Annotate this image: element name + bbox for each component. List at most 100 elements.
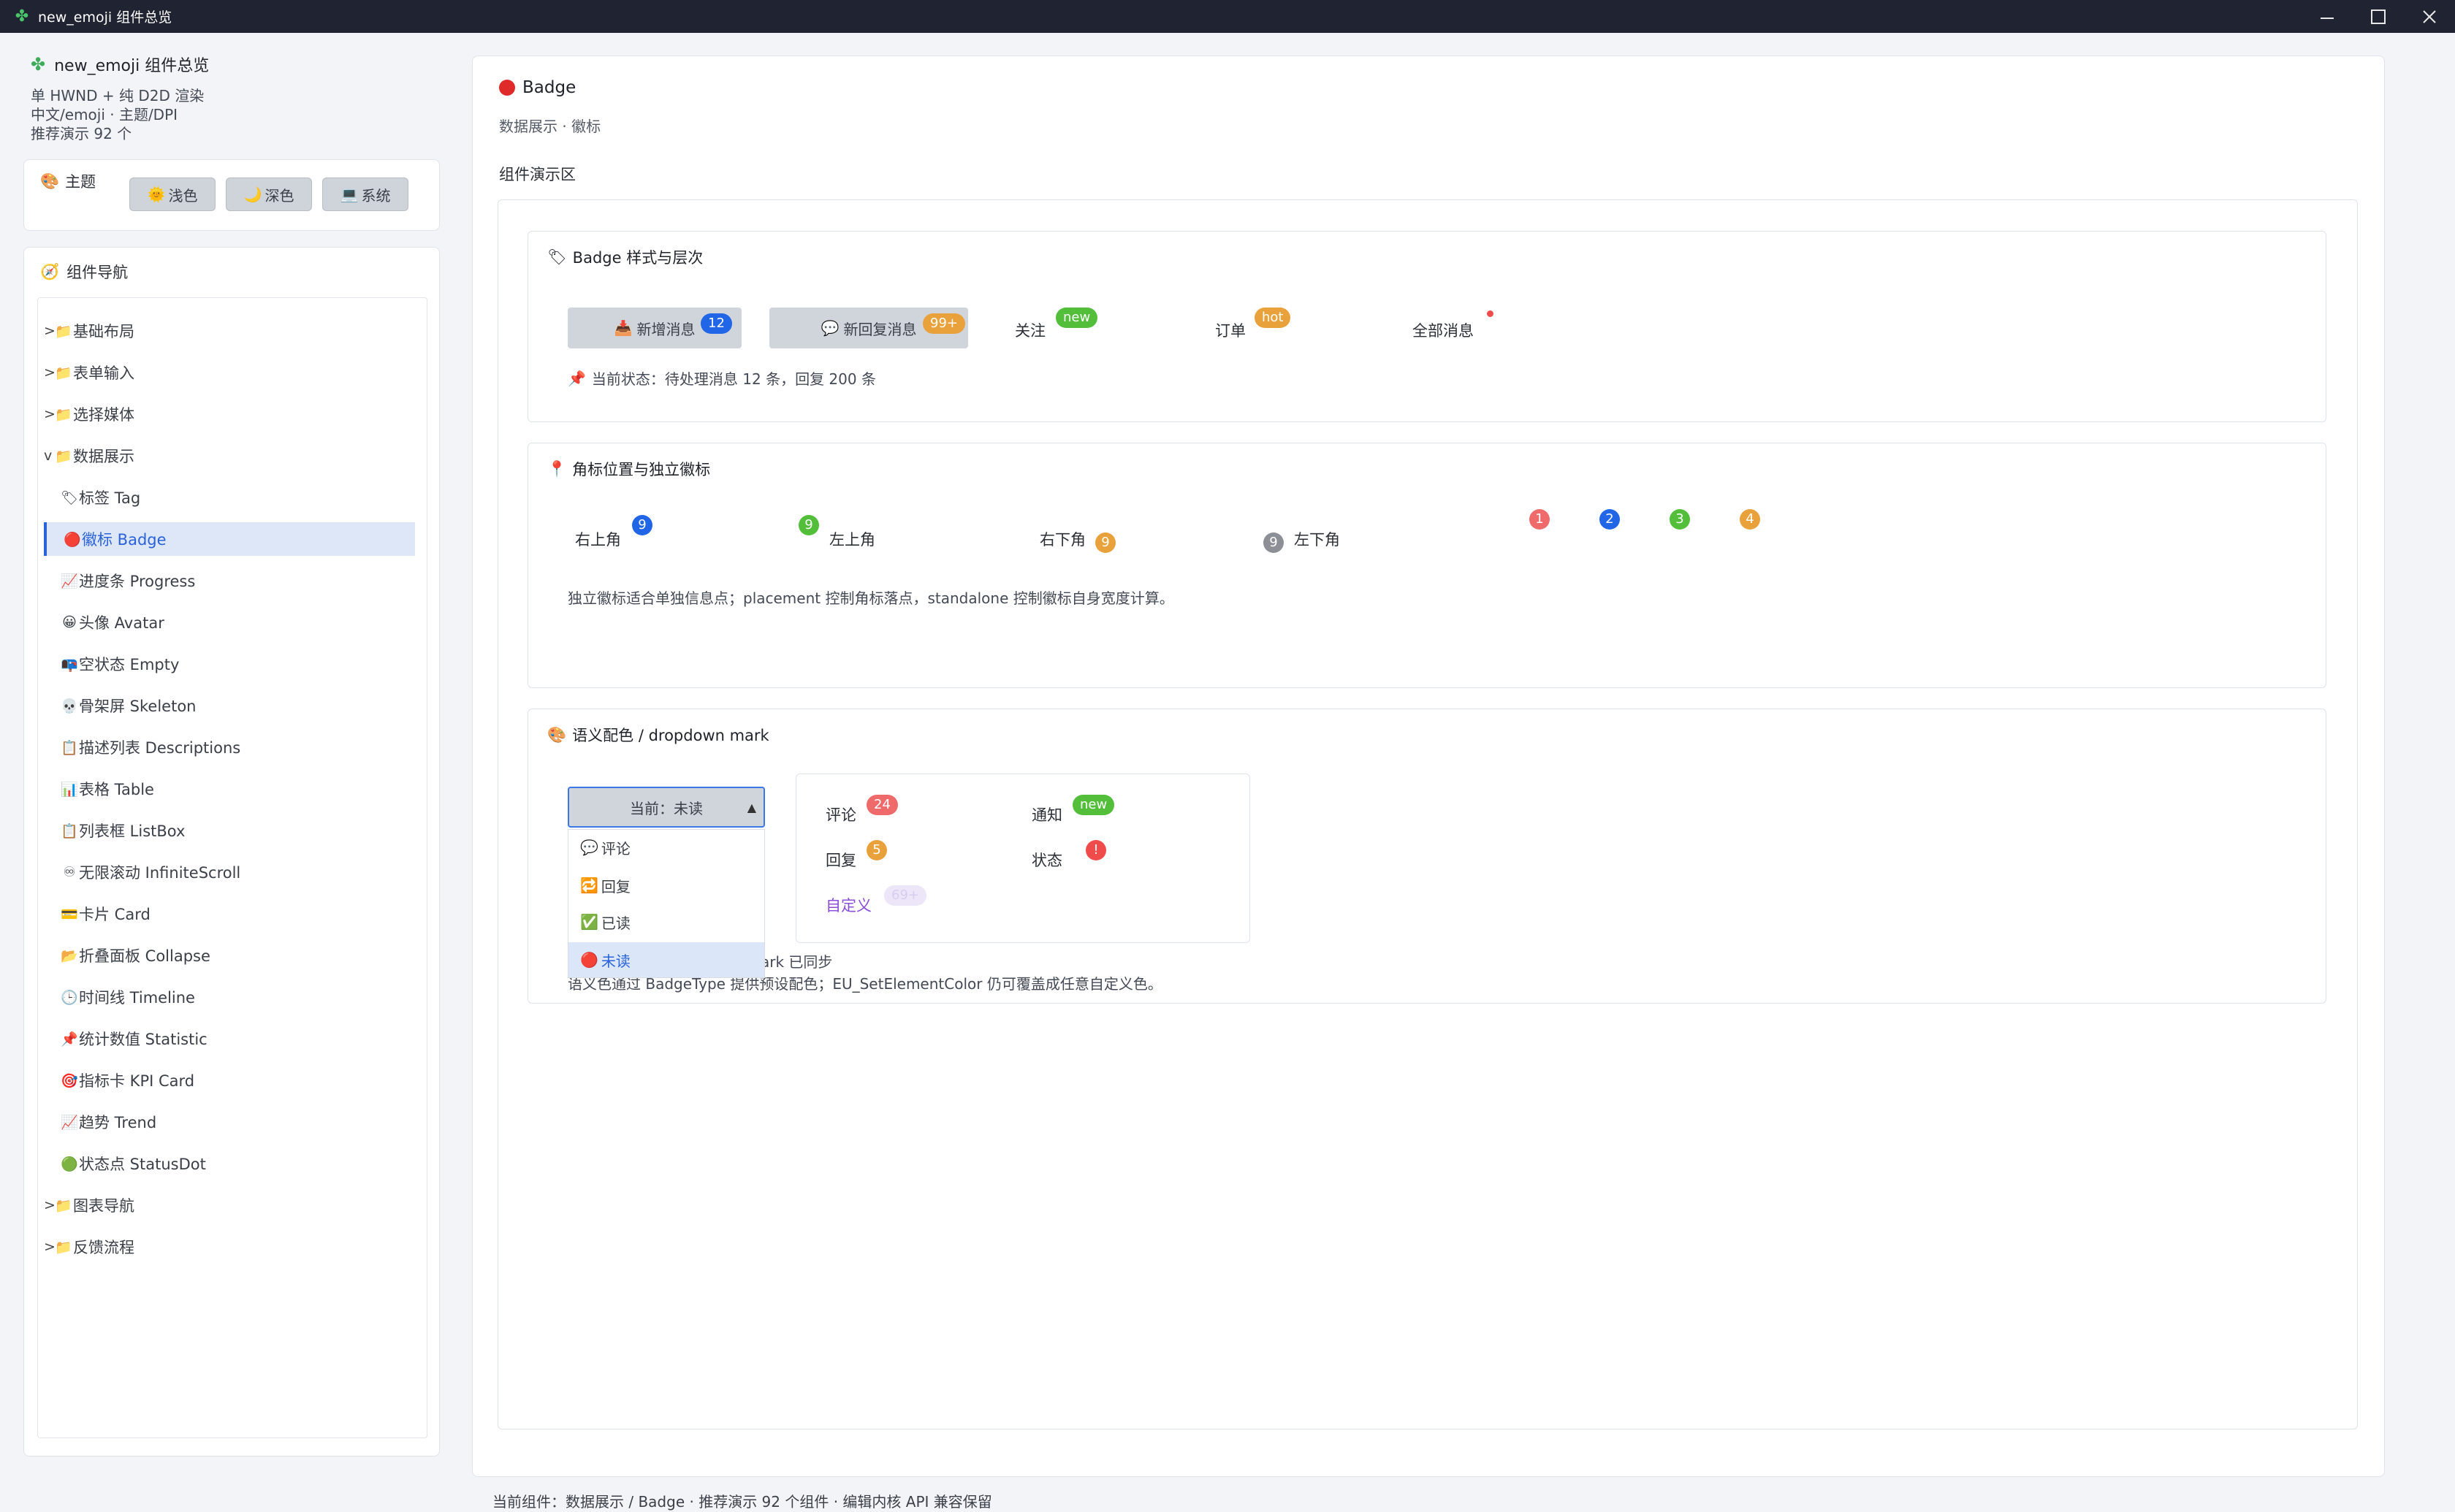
overflow-badge: 99+ bbox=[923, 313, 965, 334]
theme-light-button[interactable]: 🌞 浅色 bbox=[129, 177, 216, 211]
custom-link[interactable]: 自定义 bbox=[826, 894, 872, 916]
alert-badge: ! bbox=[1086, 840, 1106, 860]
semantic-color-card: 🎨 语义配色 / dropdown mark 当前：未读 ▲ 💬 评论 🔁 回复… bbox=[528, 709, 2326, 1004]
nav-label: 列表框 ListBox bbox=[79, 822, 186, 840]
theme-button-label: 深色 bbox=[264, 186, 294, 205]
nav-label: 状态点 StatusDot bbox=[79, 1156, 206, 1173]
position-note: 独立徽标适合单独信息点；placement 控制角标落点，standalone … bbox=[568, 589, 1174, 607]
inbox-icon: 📥 bbox=[614, 319, 633, 337]
hot-badge: hot bbox=[1255, 308, 1291, 328]
nav-label: 指标卡 KPI Card bbox=[79, 1072, 195, 1090]
breadcrumb: 数据展示 · 徽标 bbox=[499, 118, 601, 135]
nav-item[interactable]: 📈 趋势 Trend bbox=[44, 1105, 415, 1139]
nav-label: 时间线 Timeline bbox=[79, 989, 195, 1007]
nav-label: 空状态 Empty bbox=[79, 656, 180, 673]
nav-item[interactable]: 😀 头像 Avatar bbox=[44, 606, 415, 639]
notice-badge: new bbox=[1073, 795, 1115, 815]
demo-label: 组件演示区 bbox=[499, 166, 576, 183]
minimize-button[interactable] bbox=[2302, 0, 2353, 33]
nav-icon: 📈 bbox=[61, 1114, 78, 1131]
nav-icon: 🕒 bbox=[61, 989, 78, 1006]
dropdown-option-unread[interactable]: 🔴 未读 bbox=[568, 942, 764, 977]
chevron-right-icon: > bbox=[44, 406, 56, 422]
dropdown-option-read[interactable]: ✅ 已读 bbox=[568, 904, 764, 939]
count-badge: 12 bbox=[701, 313, 732, 334]
status-bar: 当前组件：数据展示 / Badge · 推荐演示 92 个组件 · 编辑内核 A… bbox=[492, 1493, 992, 1511]
card-title-row: 🏷 Badge 样式与层次 bbox=[547, 246, 703, 268]
nav-item[interactable]: 📋 描述列表 Descriptions bbox=[44, 730, 415, 764]
nav-tree: > 📁 基础布局 > 📁 表单输入 > 📁 选择媒体 v 📁 数据展示 🏷 标签 Tag 🔴 徽标 Badge… bbox=[37, 297, 427, 1438]
nav-group[interactable]: v 📁 数据展示 bbox=[44, 439, 415, 473]
nav-item[interactable]: 🔴 徽标 Badge bbox=[44, 522, 415, 556]
nav-item[interactable]: 📌 统计数值 Statistic bbox=[44, 1022, 415, 1055]
standalone-badge: 3 bbox=[1670, 509, 1690, 530]
nav-icon: 📁 bbox=[55, 1197, 72, 1214]
sidebar-info: ✤ new_emoji 组件总览 单 HWND + 纯 D2D 渲染 中文/em… bbox=[31, 53, 440, 143]
page-title: Badge bbox=[522, 78, 576, 97]
theme-button-label: 浅色 bbox=[168, 186, 198, 205]
nav-item[interactable]: 🎯 指标卡 KPI Card bbox=[44, 1064, 415, 1097]
card-title: 语义配色 / dropdown mark bbox=[572, 727, 769, 744]
nav-item[interactable]: 📈 进度条 Progress bbox=[44, 564, 415, 597]
dropdown-option-reply[interactable]: 🔁 回复 bbox=[568, 868, 764, 903]
chevron-down-icon: v bbox=[44, 448, 53, 464]
bottom-right-badge: 9 bbox=[1095, 532, 1116, 553]
nav-title: 组件导航 bbox=[66, 264, 129, 281]
nav-icon: 🏷 bbox=[60, 489, 79, 506]
chevron-right-icon: > bbox=[44, 323, 56, 339]
card-title-row: 📍 角标位置与独立徽标 bbox=[547, 458, 710, 480]
nav-label: 无限滚动 InfiniteScroll bbox=[79, 864, 241, 882]
dropdown-menu: 💬 评论 🔁 回复 ✅ 已读 🔴 未读 bbox=[568, 829, 765, 978]
close-icon bbox=[2423, 9, 2436, 23]
follow-label: 关注 bbox=[1015, 322, 1046, 340]
app-name: new_emoji 组件总览 bbox=[54, 57, 210, 75]
palette-icon: 🎨 bbox=[40, 172, 60, 190]
theme-label: 主题 bbox=[65, 173, 96, 191]
nav-item[interactable]: 📂 折叠面板 Collapse bbox=[44, 939, 415, 972]
dropdown-option-comment[interactable]: 💬 评论 bbox=[568, 830, 764, 865]
nav-label: 描述列表 Descriptions bbox=[79, 739, 241, 757]
nav-item[interactable]: 🕒 时间线 Timeline bbox=[44, 980, 415, 1014]
nav-label: 基础布局 bbox=[73, 323, 134, 340]
mark-label: 状态 bbox=[1032, 852, 1062, 869]
nav-group[interactable]: > 📁 反馈流程 bbox=[44, 1230, 415, 1264]
option-label: 未读 bbox=[601, 952, 631, 970]
theme-dark-button[interactable]: 🌙 深色 bbox=[226, 177, 312, 211]
info-line: 推荐演示 92 个 bbox=[31, 125, 132, 142]
maximize-button[interactable] bbox=[2353, 0, 2404, 33]
nav-item[interactable]: 📋 列表框 ListBox bbox=[44, 814, 415, 847]
option-label: 回复 bbox=[601, 877, 631, 896]
nav-icon: 📁 bbox=[55, 1239, 72, 1256]
standalone-badge: 2 bbox=[1599, 509, 1620, 530]
nav-label: 趋势 Trend bbox=[79, 1114, 157, 1131]
nav-item[interactable]: 📭 空状态 Empty bbox=[44, 647, 415, 681]
nav-icon: 📁 bbox=[55, 406, 72, 423]
nav-item[interactable]: 📊 表格 Table bbox=[44, 772, 415, 806]
comment-badge: 24 bbox=[867, 795, 898, 815]
button-label: 新增消息 bbox=[636, 320, 696, 338]
nav-label: 标签 Tag bbox=[79, 489, 141, 507]
pin-icon: 📍 bbox=[547, 459, 567, 478]
page-title-row: Badge bbox=[499, 78, 576, 97]
nav-label: 徽标 Badge bbox=[82, 531, 167, 549]
nav-item[interactable]: 💀 骨架屏 Skeleton bbox=[44, 689, 415, 722]
nav-item[interactable]: ♾ 无限滚动 InfiniteScroll bbox=[44, 855, 415, 889]
semantic-marks-box: 评论 24 通知 new 回复 5 状态 ! 自定义 69+ bbox=[796, 774, 1250, 943]
theme-system-button[interactable]: 💻 系统 bbox=[322, 177, 408, 211]
theme-button-label: 系统 bbox=[361, 186, 391, 205]
card-title-row: 🎨 语义配色 / dropdown mark bbox=[547, 724, 769, 746]
nav-group[interactable]: > 📁 图表导航 bbox=[44, 1188, 415, 1222]
sun-icon: 🌞 bbox=[147, 186, 166, 203]
tag-icon: 🏷 bbox=[547, 248, 567, 266]
nav-item[interactable]: 🟢 状态点 StatusDot bbox=[44, 1147, 415, 1180]
nav-item[interactable]: 🏷 标签 Tag bbox=[44, 481, 415, 514]
nav-group[interactable]: > 📁 基础布局 bbox=[44, 314, 415, 348]
nav-label: 选择媒体 bbox=[73, 406, 134, 424]
info-line: 单 HWND + 纯 D2D 渲染 bbox=[31, 87, 205, 104]
nav-group[interactable]: > 📁 表单输入 bbox=[44, 356, 415, 389]
nav-label: 骨架屏 Skeleton bbox=[79, 698, 197, 715]
status-dropdown[interactable]: 当前：未读 ▲ bbox=[568, 787, 765, 828]
close-button[interactable] bbox=[2404, 0, 2455, 33]
nav-item[interactable]: 💳 卡片 Card bbox=[44, 897, 415, 931]
nav-group[interactable]: > 📁 选择媒体 bbox=[44, 397, 415, 431]
